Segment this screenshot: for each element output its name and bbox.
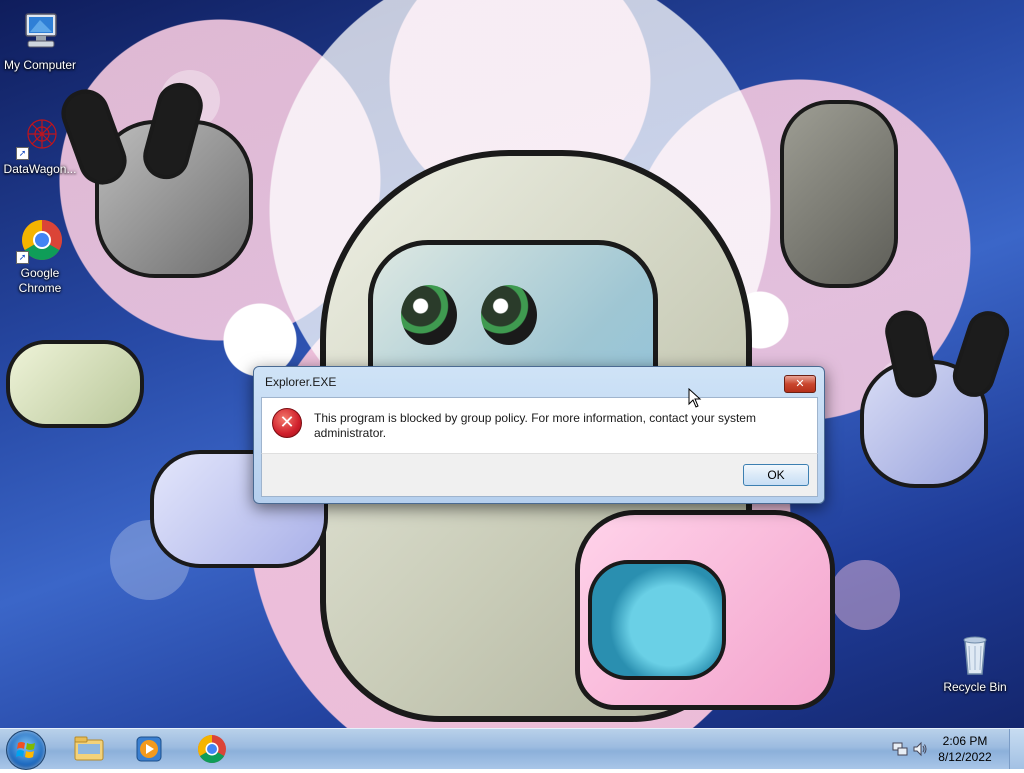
- desktop-icon-label: Recycle Bin: [943, 680, 1007, 694]
- taskbar-clock[interactable]: 2:06 PM 8/12/2022: [932, 733, 998, 765]
- taskbar-media-player-button[interactable]: [132, 732, 166, 766]
- dialog-button-bar: OK: [261, 453, 818, 497]
- clock-time: 2:06 PM: [942, 734, 988, 748]
- taskbar-chrome-button[interactable]: [195, 732, 229, 766]
- wallpaper-cat-left: [6, 340, 144, 428]
- desktop-icon-google-chrome[interactable]: ➚ Google Chrome: [0, 216, 80, 296]
- volume-icon[interactable]: [912, 741, 928, 757]
- error-icon: ✕: [272, 408, 302, 438]
- desktop-icon-label: Google Chrome: [18, 266, 62, 295]
- wallpaper-pink-cat-visor: [588, 560, 726, 680]
- dialog-message: This program is blocked by group policy.…: [314, 411, 756, 440]
- clock-date: 8/12/2022: [938, 750, 992, 764]
- start-button[interactable]: [6, 730, 46, 770]
- show-desktop-button[interactable]: [1009, 729, 1024, 769]
- desktop-icon-datawagon[interactable]: ➚ DataWagon...: [0, 112, 80, 177]
- network-icon[interactable]: [892, 741, 908, 757]
- taskbar-explorer-button[interactable]: [72, 732, 106, 766]
- character-eye-right: [481, 285, 537, 345]
- ok-button[interactable]: OK: [743, 464, 809, 486]
- datawagon-icon: ➚: [16, 112, 64, 160]
- desktop-wallpaper: My Computer ➚ DataWagon... ➚ Google Chro…: [0, 0, 1024, 728]
- recycle-bin-icon: [951, 630, 999, 678]
- explorer-icon: [74, 736, 104, 761]
- computer-icon: [16, 8, 64, 56]
- shortcut-arrow-icon: ➚: [16, 251, 29, 264]
- wallpaper-bear-top-right: [780, 100, 898, 288]
- system-tray: 2:06 PM 8/12/2022: [884, 729, 1024, 769]
- character-eye-left: [401, 285, 457, 345]
- close-button[interactable]: ✕: [784, 375, 816, 393]
- desktop-icon-recycle-bin[interactable]: Recycle Bin: [935, 630, 1015, 695]
- error-dialog: Explorer.EXE ✕ ✕ This program is blocked…: [253, 366, 825, 504]
- mouse-cursor-icon: [688, 387, 702, 412]
- dialog-content: ✕ This program is blocked by group polic…: [261, 397, 818, 454]
- close-icon: ✕: [795, 377, 805, 390]
- taskbar: 2:06 PM 8/12/2022: [0, 728, 1024, 770]
- wallpaper-bubble: [830, 560, 900, 630]
- dialog-title: Explorer.EXE: [265, 375, 337, 389]
- desktop-icon-my-computer[interactable]: My Computer: [0, 8, 80, 73]
- desktop-icon-label: DataWagon...: [3, 162, 77, 176]
- windows-logo-icon: [16, 742, 35, 758]
- wallpaper-bunny-ear: [947, 305, 1015, 403]
- chrome-icon: ➚: [16, 216, 64, 264]
- media-player-icon: [136, 736, 162, 762]
- desktop-icon-label: My Computer: [3, 58, 77, 72]
- shortcut-arrow-icon: ➚: [16, 147, 29, 160]
- chrome-icon: [198, 735, 226, 763]
